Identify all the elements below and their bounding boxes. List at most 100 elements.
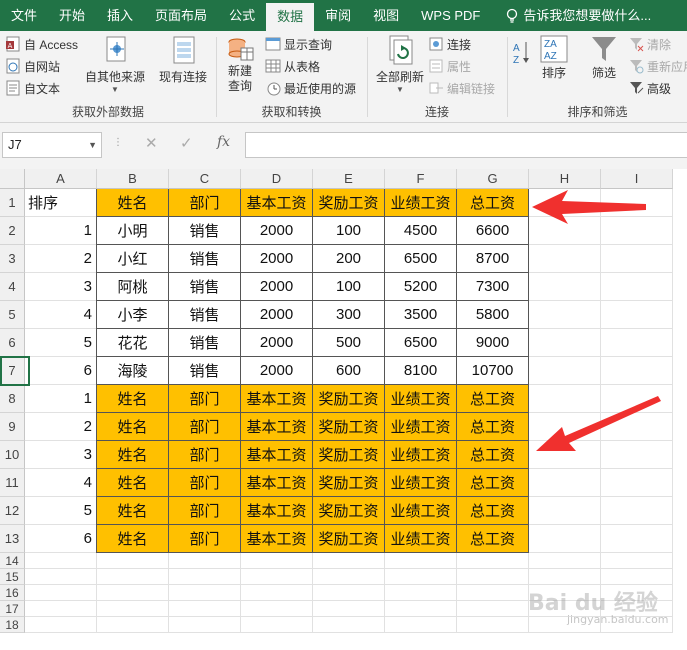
cell-G4[interactable]: 7300	[457, 273, 529, 301]
cell-F16[interactable]	[385, 585, 457, 601]
cell-H4[interactable]	[529, 273, 601, 301]
from-other-sources-button[interactable]: 自其他来源 ▼	[84, 34, 146, 94]
row-header[interactable]: 14	[0, 553, 25, 569]
cell-A8[interactable]: 1	[25, 385, 97, 413]
cell-C1[interactable]: 部门	[169, 189, 241, 217]
cell-I7[interactable]	[601, 357, 673, 385]
cell-F13[interactable]: 业绩工资	[385, 525, 457, 553]
cell-E2[interactable]: 100	[313, 217, 385, 245]
cell-F10[interactable]: 业绩工资	[385, 441, 457, 469]
row-header[interactable]: 12	[0, 497, 25, 525]
cell-G13[interactable]: 总工资	[457, 525, 529, 553]
cell-G10[interactable]: 总工资	[457, 441, 529, 469]
cancel-icon[interactable]: ✕	[145, 134, 158, 152]
tab-2[interactable]: 插入	[96, 0, 144, 31]
cell-I15[interactable]	[601, 569, 673, 585]
cell-D15[interactable]	[241, 569, 313, 585]
cell-E13[interactable]: 奖励工资	[313, 525, 385, 553]
row-header[interactable]: 5	[0, 301, 25, 329]
cell-A7[interactable]: 6	[25, 357, 97, 385]
cell-E16[interactable]	[313, 585, 385, 601]
cell-G9[interactable]: 总工资	[457, 413, 529, 441]
cell-G12[interactable]: 总工资	[457, 497, 529, 525]
row-header[interactable]: 1	[0, 189, 25, 217]
cell-I11[interactable]	[601, 469, 673, 497]
cell-F1[interactable]: 业绩工资	[385, 189, 457, 217]
cell-A1[interactable]: 排序	[25, 189, 97, 217]
cell-A12[interactable]: 5	[25, 497, 97, 525]
cell-C6[interactable]: 销售	[169, 329, 241, 357]
row-header[interactable]: 16	[0, 585, 25, 601]
row-header[interactable]: 18	[0, 617, 25, 633]
cell-E9[interactable]: 奖励工资	[313, 413, 385, 441]
cell-E5[interactable]: 300	[313, 301, 385, 329]
cell-D13[interactable]: 基本工资	[241, 525, 313, 553]
tab-5[interactable]: 数据	[266, 3, 315, 31]
cell-A15[interactable]	[25, 569, 97, 585]
cell-C11[interactable]: 部门	[169, 469, 241, 497]
cell-C17[interactable]	[169, 601, 241, 617]
cell-C18[interactable]	[169, 617, 241, 633]
cell-C13[interactable]: 部门	[169, 525, 241, 553]
select-all-corner[interactable]	[0, 169, 25, 189]
cell-A4[interactable]: 3	[25, 273, 97, 301]
cell-E15[interactable]	[313, 569, 385, 585]
tell-me-search[interactable]: 告诉我您想要做什么...	[491, 0, 651, 31]
cell-A5[interactable]: 4	[25, 301, 97, 329]
cell-B11[interactable]: 姓名	[97, 469, 169, 497]
cell-B5[interactable]: 小李	[97, 301, 169, 329]
cell-D7[interactable]: 2000	[241, 357, 313, 385]
cell-A9[interactable]: 2	[25, 413, 97, 441]
cell-E10[interactable]: 奖励工资	[313, 441, 385, 469]
cell-C2[interactable]: 销售	[169, 217, 241, 245]
cell-B13[interactable]: 姓名	[97, 525, 169, 553]
row-header[interactable]: 3	[0, 245, 25, 273]
cell-C12[interactable]: 部门	[169, 497, 241, 525]
cell-D1[interactable]: 基本工资	[241, 189, 313, 217]
cell-H6[interactable]	[529, 329, 601, 357]
cell-B15[interactable]	[97, 569, 169, 585]
cell-B2[interactable]: 小明	[97, 217, 169, 245]
sort-button[interactable]: ZA AZ 排序	[536, 34, 572, 81]
cell-E18[interactable]	[313, 617, 385, 633]
cell-A16[interactable]	[25, 585, 97, 601]
cell-B14[interactable]	[97, 553, 169, 569]
cell-B8[interactable]: 姓名	[97, 385, 169, 413]
cell-B18[interactable]	[97, 617, 169, 633]
cell-I6[interactable]	[601, 329, 673, 357]
cell-C7[interactable]: 销售	[169, 357, 241, 385]
cell-B10[interactable]: 姓名	[97, 441, 169, 469]
cell-D10[interactable]: 基本工资	[241, 441, 313, 469]
column-header[interactable]: E	[313, 169, 385, 189]
cell-B4[interactable]: 阿桃	[97, 273, 169, 301]
cell-B9[interactable]: 姓名	[97, 413, 169, 441]
cell-D6[interactable]: 2000	[241, 329, 313, 357]
cell-G5[interactable]: 5800	[457, 301, 529, 329]
row-header[interactable]: 4	[0, 273, 25, 301]
cell-G16[interactable]	[457, 585, 529, 601]
cell-I14[interactable]	[601, 553, 673, 569]
column-header[interactable]: F	[385, 169, 457, 189]
cell-I13[interactable]	[601, 525, 673, 553]
cell-E11[interactable]: 奖励工资	[313, 469, 385, 497]
cell-E6[interactable]: 500	[313, 329, 385, 357]
cell-F15[interactable]	[385, 569, 457, 585]
cell-G6[interactable]: 9000	[457, 329, 529, 357]
cell-A13[interactable]: 6	[25, 525, 97, 553]
cell-F12[interactable]: 业绩工资	[385, 497, 457, 525]
tab-8[interactable]: WPS PDF	[410, 0, 491, 31]
cell-C3[interactable]: 销售	[169, 245, 241, 273]
cell-A3[interactable]: 2	[25, 245, 97, 273]
row-header[interactable]: 2	[0, 217, 25, 245]
tab-1[interactable]: 开始	[48, 0, 96, 31]
tab-3[interactable]: 页面布局	[144, 0, 218, 31]
cell-D3[interactable]: 2000	[241, 245, 313, 273]
cell-H15[interactable]	[529, 569, 601, 585]
cell-H5[interactable]	[529, 301, 601, 329]
cell-B1[interactable]: 姓名	[97, 189, 169, 217]
cell-G8[interactable]: 总工资	[457, 385, 529, 413]
cell-F7[interactable]: 8100	[385, 357, 457, 385]
from-table-button[interactable]: 从表格	[265, 56, 320, 76]
cell-E4[interactable]: 100	[313, 273, 385, 301]
new-query-button[interactable]: 新建 查询	[220, 34, 260, 94]
